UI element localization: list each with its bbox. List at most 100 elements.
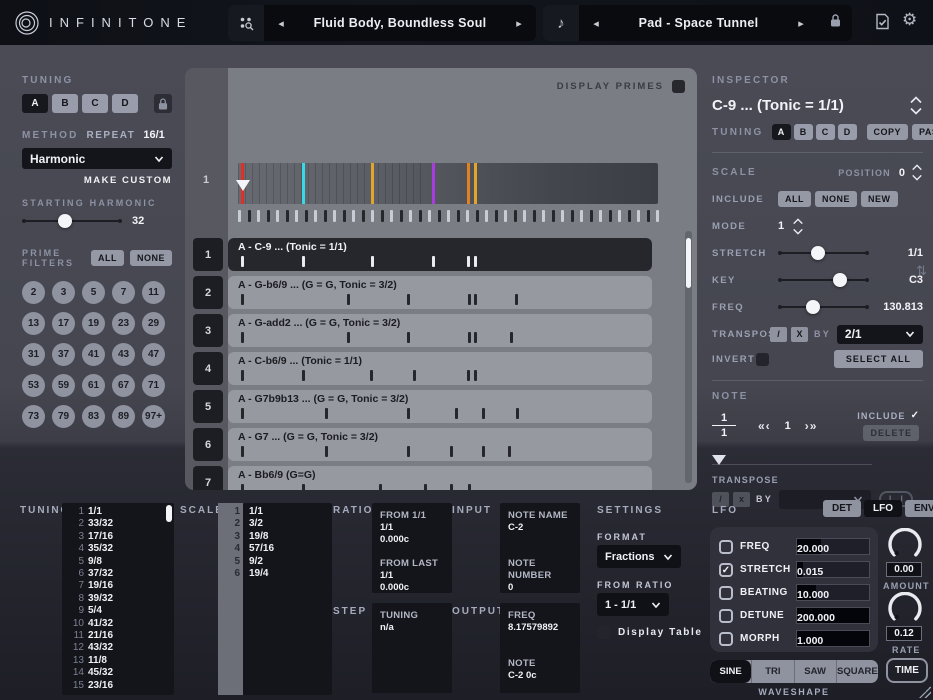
note-next-button[interactable]: ›» [805, 419, 818, 433]
lfo-morph-field[interactable]: 1.000 [796, 630, 870, 647]
freq-slider[interactable] [778, 300, 869, 314]
key-knob[interactable] [832, 273, 847, 287]
tuning-slot-c[interactable]: C [82, 94, 108, 113]
time-button[interactable]: TIME [886, 658, 928, 683]
select-all-button[interactable]: SELECT ALL [833, 350, 923, 368]
prev-sound-preset-button[interactable]: ◂ [579, 17, 613, 30]
mode-stepper[interactable] [792, 217, 804, 235]
next-tuning-preset-button[interactable]: ▸ [502, 17, 536, 30]
settings-button[interactable]: ⚙ [902, 10, 917, 30]
prime-filter-89[interactable]: 89 [112, 405, 135, 428]
tuning-list-item[interactable]: 15 23/16 [68, 680, 168, 692]
next-sound-preset-button[interactable]: ▸ [784, 17, 818, 30]
waveshape-sine[interactable]: SINE [710, 660, 752, 683]
method-dropdown[interactable]: Harmonic [22, 148, 172, 169]
chevron-up-icon[interactable] [792, 217, 804, 225]
lfo-stretch-checkbox[interactable]: ✓ [719, 562, 733, 577]
tuning-list-item[interactable]: 9 5/4 [68, 605, 168, 617]
tab-det[interactable]: DET [823, 500, 861, 517]
prime-filter-67[interactable]: 67 [112, 374, 135, 397]
scale-row-button[interactable]: A - G7b9b13 ... (G = G, Tonic = 3/2) [228, 390, 652, 423]
prime-filter-71[interactable]: 71 [142, 374, 165, 397]
display-table-checkbox[interactable] [597, 626, 610, 639]
prime-filter-83[interactable]: 83 [82, 405, 105, 428]
resize-handle[interactable] [919, 686, 931, 698]
transpose-divide-button[interactable]: / [770, 326, 787, 342]
waveshape-saw[interactable]: SAW [793, 660, 836, 683]
stretch-knob[interactable] [811, 246, 826, 260]
waveshape-square[interactable]: SQUARE [835, 660, 878, 683]
stretch-slider[interactable] [778, 246, 869, 260]
include-new-button[interactable]: NEW [861, 191, 898, 207]
scale-list-item[interactable]: 9/2 [249, 556, 326, 568]
chevron-up-icon[interactable] [909, 96, 923, 104]
prime-filter-47[interactable]: 47 [142, 343, 165, 366]
waveshape-tri[interactable]: TRI [751, 660, 793, 683]
rate-value[interactable]: 0.12 [886, 626, 922, 641]
copy-button[interactable]: COPY [866, 124, 909, 140]
note-position-slider[interactable] [712, 455, 923, 467]
prime-filter-43[interactable]: 43 [112, 343, 135, 366]
inspector-slot-d[interactable]: D [837, 124, 857, 140]
scale-list-item[interactable]: 1/1 [249, 506, 326, 518]
lfo-morph-checkbox[interactable] [719, 631, 733, 646]
note-index-value[interactable]: 1 [785, 420, 791, 432]
invert-checkbox[interactable] [756, 352, 769, 366]
scale-list-item[interactable]: 57/16 [249, 543, 326, 555]
tab-lfo[interactable]: LFO [864, 500, 902, 517]
key-slider[interactable] [778, 273, 869, 287]
scale-list-item[interactable]: 3/2 [249, 518, 326, 530]
note-delete-button[interactable]: DELETE [863, 425, 919, 441]
repeat-value[interactable]: 16/1 [143, 129, 164, 141]
tuning-list-item[interactable]: 4 35/32 [68, 543, 168, 555]
tuning-list-scrollbar-thumb[interactable] [166, 505, 172, 522]
prime-filter-31[interactable]: 31 [22, 343, 45, 366]
browse-sounds-button[interactable]: ♪ [543, 5, 579, 41]
chevron-down-icon[interactable] [792, 228, 804, 235]
primes-all-button[interactable]: ALL [90, 250, 124, 266]
lfo-stretch-field[interactable]: 0.015 [796, 561, 870, 578]
prime-filter-73[interactable]: 73 [22, 405, 45, 428]
prime-filter-61[interactable]: 61 [82, 374, 105, 397]
note-slider-handle[interactable] [712, 455, 726, 465]
prime-filter-41[interactable]: 41 [82, 343, 105, 366]
transpose-multiply-button[interactable]: X [791, 326, 808, 342]
repeat-label[interactable]: REPEAT [87, 130, 136, 141]
tuning-list-item[interactable]: 12 43/32 [68, 642, 168, 654]
prime-filter-79[interactable]: 79 [52, 405, 75, 428]
position-value[interactable]: 0 [899, 167, 905, 179]
from-ratio-dropdown[interactable]: 1 - 1/1 [597, 593, 669, 616]
sound-preset-name[interactable]: Pad - Space Tunnel [613, 16, 784, 30]
rate-knob[interactable] [888, 592, 922, 626]
row-list-scrollbar[interactable] [685, 231, 692, 483]
prime-filter-19[interactable]: 19 [82, 312, 105, 335]
inspector-slot-a[interactable]: A [771, 124, 791, 140]
scale-list-item[interactable]: 19/8 [249, 531, 326, 543]
inspector-slot-c[interactable]: C [815, 124, 835, 140]
browse-tunings-button[interactable] [228, 5, 264, 41]
starting-harmonic-knob[interactable] [58, 214, 72, 228]
tuning-ratio-list[interactable]: 1 1/1 2 33/32 3 17/16 4 35/32 5 9/8 6 37/32 7 19/16 8 3… [62, 503, 174, 695]
key-freq-link-icon[interactable]: ⇅ [916, 263, 927, 279]
scale-row-button[interactable]: A - G-add2 ... (G = G, Tonic = 3/2) [228, 314, 652, 347]
note-prev-button[interactable]: «‹ [758, 419, 771, 433]
tuning-slot-d[interactable]: D [112, 94, 138, 113]
paste-button[interactable]: PASTE [912, 124, 933, 140]
note-ratio-fraction[interactable]: 1 1 [712, 412, 736, 439]
primes-none-button[interactable]: NONE [129, 250, 172, 266]
include-none-button[interactable]: NONE [815, 191, 858, 207]
chevron-up-icon[interactable] [911, 164, 923, 171]
tuning-list-item[interactable]: 5 9/8 [68, 556, 168, 568]
tuning-list-item[interactable]: 11 21/16 [68, 630, 168, 642]
prime-filter-2[interactable]: 2 [22, 281, 45, 304]
prime-filter-11[interactable]: 11 [142, 281, 165, 304]
tuning-slot-b[interactable]: B [52, 94, 78, 113]
tuning-slot-a[interactable]: A [22, 94, 48, 113]
scrollbar-thumb[interactable] [686, 238, 691, 288]
chevron-down-icon[interactable] [911, 174, 923, 181]
prime-filter-97plus[interactable]: 97+ [142, 405, 165, 428]
scale-ratio-list[interactable]: 1/1 3/2 19/8 57/16 9/2 19/4 [243, 503, 332, 695]
make-custom-link[interactable]: MAKE CUSTOM [22, 175, 172, 186]
tuning-preset-name[interactable]: Fluid Body, Boundless Soul [298, 16, 502, 30]
tuning-list-item[interactable]: 3 17/16 [68, 531, 168, 543]
